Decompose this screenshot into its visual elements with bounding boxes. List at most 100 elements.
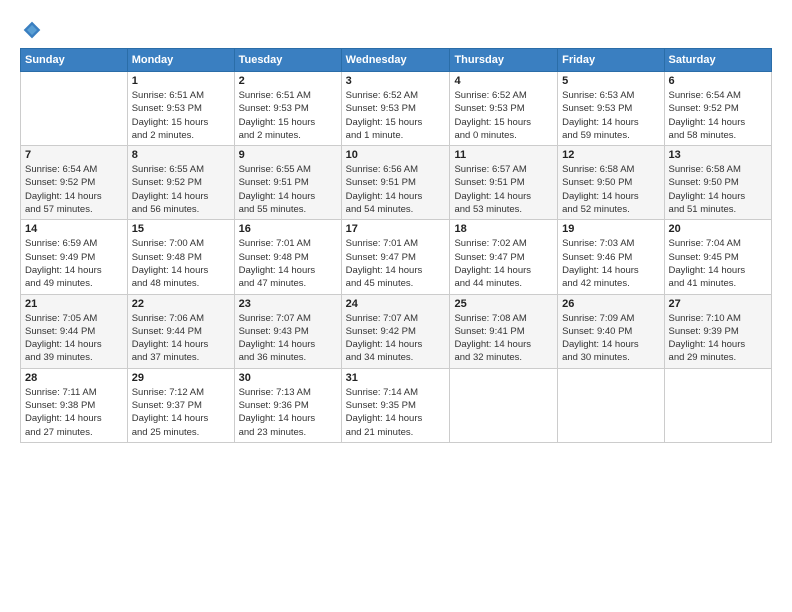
weekday-header-friday: Friday xyxy=(558,49,664,72)
day-info: Sunrise: 7:03 AM Sunset: 9:46 PM Dayligh… xyxy=(562,237,659,290)
day-number: 12 xyxy=(562,149,659,161)
day-info: Sunrise: 7:11 AM Sunset: 9:38 PM Dayligh… xyxy=(25,386,123,439)
week-row-4: 21 Sunrise: 7:05 AM Sunset: 9:44 PM Dayli… xyxy=(21,294,772,368)
weekday-header-monday: Monday xyxy=(127,49,234,72)
day-cell: 18 Sunrise: 7:02 AM Sunset: 9:47 PM Dayli… xyxy=(450,220,558,294)
day-info: Sunrise: 7:02 AM Sunset: 9:47 PM Dayligh… xyxy=(454,237,553,290)
day-cell: 9Sunrise: 6:55 AM Sunset: 9:51 PM Daylig… xyxy=(234,146,341,220)
day-cell xyxy=(21,72,128,146)
day-cell: 21 Sunrise: 7:05 AM Sunset: 9:44 PM Dayli… xyxy=(21,294,128,368)
day-cell: 16 Sunrise: 7:01 AM Sunset: 9:48 PM Dayli… xyxy=(234,220,341,294)
day-cell: 24 Sunrise: 7:07 AM Sunset: 9:42 PM Dayli… xyxy=(341,294,450,368)
day-info: Sunrise: 6:52 AM Sunset: 9:53 PM Dayligh… xyxy=(346,89,446,142)
day-cell xyxy=(664,368,771,442)
day-info: Sunrise: 6:55 AM Sunset: 9:52 PM Dayligh… xyxy=(132,163,230,216)
page: SundayMondayTuesdayWednesdayThursdayFrid… xyxy=(0,0,792,612)
day-info: Sunrise: 7:00 AM Sunset: 9:48 PM Dayligh… xyxy=(132,237,230,290)
week-row-5: 28 Sunrise: 7:11 AM Sunset: 9:38 PM Dayli… xyxy=(21,368,772,442)
day-number: 19 xyxy=(562,223,659,235)
day-number: 2 xyxy=(239,75,337,87)
day-info: Sunrise: 7:12 AM Sunset: 9:37 PM Dayligh… xyxy=(132,386,230,439)
day-cell: 5Sunrise: 6:53 AM Sunset: 9:53 PM Daylig… xyxy=(558,72,664,146)
week-row-3: 14Sunrise: 6:59 AM Sunset: 9:49 PM Dayli… xyxy=(21,220,772,294)
day-cell: 19 Sunrise: 7:03 AM Sunset: 9:46 PM Dayli… xyxy=(558,220,664,294)
day-cell: 4Sunrise: 6:52 AM Sunset: 9:53 PM Daylig… xyxy=(450,72,558,146)
day-cell: 1 Sunrise: 6:51 AM Sunset: 9:53 PM Daylig… xyxy=(127,72,234,146)
day-info: Sunrise: 6:58 AM Sunset: 9:50 PM Dayligh… xyxy=(562,163,659,216)
day-number: 22 xyxy=(132,298,230,310)
day-info: Sunrise: 6:56 AM Sunset: 9:51 PM Dayligh… xyxy=(346,163,446,216)
day-number: 5 xyxy=(562,75,659,87)
day-number: 20 xyxy=(669,223,767,235)
logo xyxy=(20,18,42,40)
day-cell: 7 Sunrise: 6:54 AM Sunset: 9:52 PM Daylig… xyxy=(21,146,128,220)
day-cell: 20 Sunrise: 7:04 AM Sunset: 9:45 PM Dayli… xyxy=(664,220,771,294)
day-number: 7 xyxy=(25,149,123,161)
week-row-1: 1 Sunrise: 6:51 AM Sunset: 9:53 PM Daylig… xyxy=(21,72,772,146)
day-number: 24 xyxy=(346,298,446,310)
day-number: 17 xyxy=(346,223,446,235)
day-cell: 15 Sunrise: 7:00 AM Sunset: 9:48 PM Dayli… xyxy=(127,220,234,294)
day-cell: 22 Sunrise: 7:06 AM Sunset: 9:44 PM Dayli… xyxy=(127,294,234,368)
day-number: 29 xyxy=(132,372,230,384)
day-number: 4 xyxy=(454,75,553,87)
day-cell: 10 Sunrise: 6:56 AM Sunset: 9:51 PM Dayli… xyxy=(341,146,450,220)
day-number: 25 xyxy=(454,298,553,310)
logo-icon xyxy=(22,20,42,40)
day-number: 31 xyxy=(346,372,446,384)
day-cell xyxy=(450,368,558,442)
day-info: Sunrise: 7:07 AM Sunset: 9:42 PM Dayligh… xyxy=(346,312,446,365)
weekday-header-row: SundayMondayTuesdayWednesdayThursdayFrid… xyxy=(21,49,772,72)
day-cell: 27 Sunrise: 7:10 AM Sunset: 9:39 PM Dayli… xyxy=(664,294,771,368)
day-info: Sunrise: 6:59 AM Sunset: 9:49 PM Dayligh… xyxy=(25,237,123,290)
day-info: Sunrise: 7:04 AM Sunset: 9:45 PM Dayligh… xyxy=(669,237,767,290)
day-cell: 28 Sunrise: 7:11 AM Sunset: 9:38 PM Dayli… xyxy=(21,368,128,442)
day-info: Sunrise: 7:01 AM Sunset: 9:48 PM Dayligh… xyxy=(239,237,337,290)
day-info: Sunrise: 7:10 AM Sunset: 9:39 PM Dayligh… xyxy=(669,312,767,365)
day-info: Sunrise: 7:08 AM Sunset: 9:41 PM Dayligh… xyxy=(454,312,553,365)
day-cell: 25 Sunrise: 7:08 AM Sunset: 9:41 PM Dayli… xyxy=(450,294,558,368)
day-cell: 8 Sunrise: 6:55 AM Sunset: 9:52 PM Daylig… xyxy=(127,146,234,220)
day-number: 13 xyxy=(669,149,767,161)
day-number: 11 xyxy=(454,149,553,161)
day-number: 10 xyxy=(346,149,446,161)
day-number: 16 xyxy=(239,223,337,235)
day-number: 27 xyxy=(669,298,767,310)
weekday-header-wednesday: Wednesday xyxy=(341,49,450,72)
day-number: 30 xyxy=(239,372,337,384)
day-cell: 17 Sunrise: 7:01 AM Sunset: 9:47 PM Dayli… xyxy=(341,220,450,294)
day-number: 15 xyxy=(132,223,230,235)
day-number: 18 xyxy=(454,223,553,235)
day-cell: 12 Sunrise: 6:58 AM Sunset: 9:50 PM Dayli… xyxy=(558,146,664,220)
day-number: 21 xyxy=(25,298,123,310)
day-info: Sunrise: 7:06 AM Sunset: 9:44 PM Dayligh… xyxy=(132,312,230,365)
calendar: SundayMondayTuesdayWednesdayThursdayFrid… xyxy=(20,48,772,443)
day-info: Sunrise: 6:54 AM Sunset: 9:52 PM Dayligh… xyxy=(25,163,123,216)
day-info: Sunrise: 6:55 AM Sunset: 9:51 PM Dayligh… xyxy=(239,163,337,216)
day-cell: 2 Sunrise: 6:51 AM Sunset: 9:53 PM Daylig… xyxy=(234,72,341,146)
day-number: 6 xyxy=(669,75,767,87)
week-row-2: 7 Sunrise: 6:54 AM Sunset: 9:52 PM Daylig… xyxy=(21,146,772,220)
day-info: Sunrise: 7:07 AM Sunset: 9:43 PM Dayligh… xyxy=(239,312,337,365)
day-number: 8 xyxy=(132,149,230,161)
weekday-header-saturday: Saturday xyxy=(664,49,771,72)
day-info: Sunrise: 6:57 AM Sunset: 9:51 PM Dayligh… xyxy=(454,163,553,216)
day-info: Sunrise: 6:51 AM Sunset: 9:53 PM Dayligh… xyxy=(132,89,230,142)
day-info: Sunrise: 7:05 AM Sunset: 9:44 PM Dayligh… xyxy=(25,312,123,365)
day-cell: 11 Sunrise: 6:57 AM Sunset: 9:51 PM Dayli… xyxy=(450,146,558,220)
day-cell xyxy=(558,368,664,442)
day-cell: 29 Sunrise: 7:12 AM Sunset: 9:37 PM Dayli… xyxy=(127,368,234,442)
day-cell: 26Sunrise: 7:09 AM Sunset: 9:40 PM Dayli… xyxy=(558,294,664,368)
day-info: Sunrise: 7:14 AM Sunset: 9:35 PM Dayligh… xyxy=(346,386,446,439)
day-cell: 23Sunrise: 7:07 AM Sunset: 9:43 PM Dayli… xyxy=(234,294,341,368)
day-cell: 6 Sunrise: 6:54 AM Sunset: 9:52 PM Daylig… xyxy=(664,72,771,146)
day-cell: 3 Sunrise: 6:52 AM Sunset: 9:53 PM Daylig… xyxy=(341,72,450,146)
header xyxy=(20,18,772,40)
day-info: Sunrise: 7:01 AM Sunset: 9:47 PM Dayligh… xyxy=(346,237,446,290)
day-number: 1 xyxy=(132,75,230,87)
day-info: Sunrise: 6:51 AM Sunset: 9:53 PM Dayligh… xyxy=(239,89,337,142)
day-number: 26 xyxy=(562,298,659,310)
day-number: 3 xyxy=(346,75,446,87)
day-number: 28 xyxy=(25,372,123,384)
day-info: Sunrise: 6:54 AM Sunset: 9:52 PM Dayligh… xyxy=(669,89,767,142)
